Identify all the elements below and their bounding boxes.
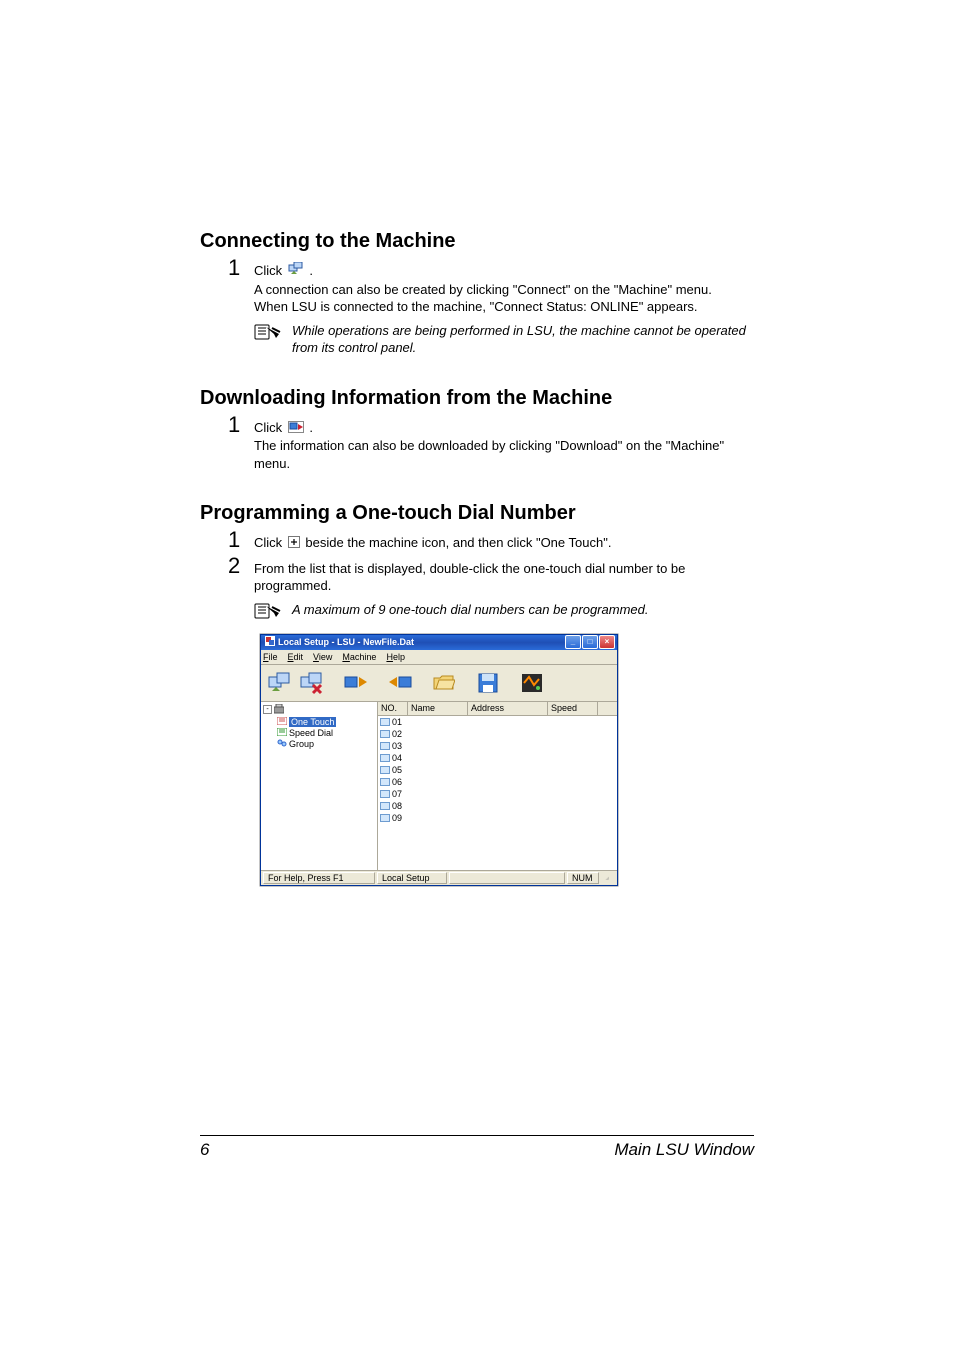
step-text: From the list that is displayed, double-… <box>254 560 754 595</box>
status-help: For Help, Press F1 <box>263 872 375 884</box>
minimize-button[interactable]: _ <box>565 635 581 649</box>
toolbar <box>261 665 617 702</box>
note-text: While operations are being performed in … <box>292 322 754 357</box>
list-item[interactable]: 02 <box>378 728 617 740</box>
machine-icon <box>274 704 284 716</box>
list-item[interactable]: 03 <box>378 740 617 752</box>
step-number-2: 2 <box>228 555 250 577</box>
maximize-button[interactable]: □ <box>582 635 598 649</box>
entry-icon <box>380 802 390 810</box>
entry-icon <box>380 790 390 798</box>
list-item[interactable]: 04 <box>378 752 617 764</box>
plus-icon <box>288 535 300 553</box>
tree-view[interactable]: - One Touch Speed Dial <box>261 702 378 870</box>
list-item[interactable]: 05 <box>378 764 617 776</box>
note-text: A maximum of 9 one-touch dial numbers ca… <box>292 601 754 619</box>
status-num: NUM <box>567 872 599 884</box>
entry-icon <box>380 766 390 774</box>
menu-machine[interactable]: Machine <box>342 652 376 662</box>
page-number: 6 <box>200 1140 209 1160</box>
toolbar-download-button[interactable] <box>385 668 415 698</box>
entry-icon <box>380 754 390 762</box>
entry-icon <box>380 718 390 726</box>
entry-icon <box>380 730 390 738</box>
entry-icon <box>380 742 390 750</box>
list-view[interactable]: NO. Name Address Speed 01020304050607080… <box>378 702 617 870</box>
column-speed[interactable]: Speed <box>548 702 598 715</box>
entry-icon <box>380 778 390 786</box>
column-no[interactable]: NO. <box>378 702 408 715</box>
page-title: Main LSU Window <box>614 1140 754 1160</box>
list-item[interactable]: 01 <box>378 716 617 728</box>
heading-downloading: Downloading Information from the Machine <box>200 387 754 410</box>
group-icon <box>277 739 287 749</box>
status-empty <box>449 872 565 884</box>
one-touch-icon <box>277 717 287 727</box>
menubar: File Edit View Machine Help <box>261 650 617 665</box>
step-text: Click . <box>254 419 754 437</box>
minus-icon[interactable]: - <box>263 705 272 714</box>
list-item[interactable]: 09 <box>378 812 617 824</box>
toolbar-connect-button[interactable] <box>265 668 295 698</box>
step-text: When LSU is connected to the machine, "C… <box>254 298 754 316</box>
tree-root[interactable]: - <box>263 704 375 716</box>
heading-connecting: Connecting to the Machine <box>200 230 754 253</box>
close-button[interactable]: × <box>599 635 615 649</box>
toolbar-save-button[interactable] <box>473 668 503 698</box>
toolbar-disconnect-button[interactable] <box>297 668 327 698</box>
step-text: Click beside the machine icon, and then … <box>254 534 754 552</box>
tree-group[interactable]: Group <box>277 739 375 749</box>
step-number-1: 1 <box>228 257 250 279</box>
status-mode: Local Setup <box>377 872 447 884</box>
titlebar[interactable]: Local Setup - LSU - NewFile.Dat _ □ × <box>261 635 617 650</box>
window-title: Local Setup - LSU - NewFile.Dat <box>278 637 565 647</box>
toolbar-upload-button[interactable] <box>341 668 371 698</box>
menu-view[interactable]: View <box>313 652 332 662</box>
app-icon <box>265 636 275 648</box>
heading-programming: Programming a One-touch Dial Number <box>200 502 754 525</box>
menu-edit[interactable]: Edit <box>288 652 304 662</box>
step-number-1: 1 <box>228 529 250 551</box>
note-icon <box>254 324 284 345</box>
lsu-window: Local Setup - LSU - NewFile.Dat _ □ × Fi… <box>260 634 618 886</box>
step-text: A connection can also be created by clic… <box>254 281 754 299</box>
speed-dial-icon <box>277 728 287 738</box>
step-text: The information can also be downloaded b… <box>254 437 754 472</box>
connect-icon <box>288 262 304 281</box>
menu-help[interactable]: Help <box>386 652 405 662</box>
statusbar: For Help, Press F1 Local Setup NUM <box>261 870 617 885</box>
tree-speed-dial[interactable]: Speed Dial <box>277 728 375 738</box>
toolbar-open-button[interactable] <box>429 668 459 698</box>
list-item[interactable]: 07 <box>378 788 617 800</box>
list-item[interactable]: 06 <box>378 776 617 788</box>
step-text: Click . <box>254 262 754 281</box>
entry-icon <box>380 814 390 822</box>
toolbar-settings-button[interactable] <box>517 668 547 698</box>
list-item[interactable]: 08 <box>378 800 617 812</box>
column-name[interactable]: Name <box>408 702 468 715</box>
note-icon <box>254 603 284 624</box>
column-address[interactable]: Address <box>468 702 548 715</box>
menu-file[interactable]: File <box>263 652 278 662</box>
step-number-1: 1 <box>228 414 250 436</box>
tree-one-touch[interactable]: One Touch <box>277 717 375 727</box>
footer-rule <box>200 1135 754 1136</box>
download-icon <box>288 420 304 438</box>
resize-grip[interactable] <box>601 872 613 884</box>
list-header[interactable]: NO. Name Address Speed <box>378 702 617 716</box>
